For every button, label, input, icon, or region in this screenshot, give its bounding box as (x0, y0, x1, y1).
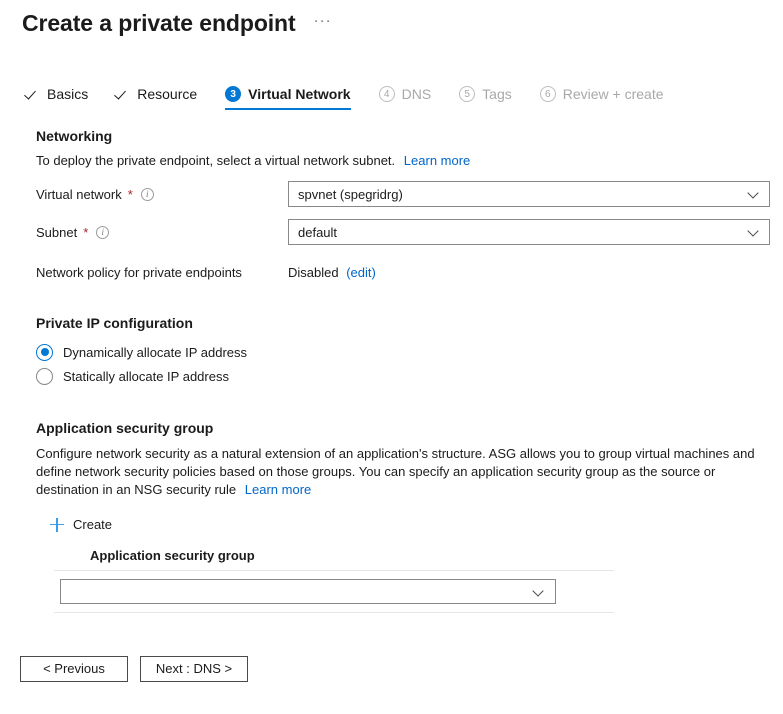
private-ip-heading: Private IP configuration (36, 315, 783, 331)
tab-label: DNS (402, 86, 432, 102)
step-number-badge: 6 (540, 86, 556, 102)
network-policy-edit-link[interactable]: (edit) (346, 265, 376, 280)
form-content: Networking To deploy the private endpoin… (0, 128, 783, 613)
radio-label: Dynamically allocate IP address (63, 345, 247, 360)
networking-description: To deploy the private endpoint, select a… (36, 152, 783, 169)
tab-label: Resource (137, 86, 197, 102)
info-icon[interactable]: i (141, 188, 154, 201)
network-policy-value: Disabled (288, 265, 339, 280)
asg-description-text: Configure network security as a natural … (36, 446, 755, 497)
check-icon (26, 87, 40, 101)
tab-dns[interactable]: 4 DNS (379, 86, 432, 110)
create-asg-button[interactable]: Create (50, 517, 112, 532)
subnet-row: Subnet * i default (36, 219, 783, 245)
tab-review-create[interactable]: 6 Review + create (540, 86, 664, 110)
create-asg-label: Create (73, 517, 112, 532)
virtual-network-label: Virtual network * i (36, 187, 288, 202)
wizard-footer: < Previous Next : DNS > (0, 655, 783, 682)
chevron-down-icon (749, 189, 759, 199)
networking-heading: Networking (36, 128, 783, 144)
asg-grid: Application security group (54, 548, 614, 613)
asg-grid-column-header: Application security group (54, 548, 614, 570)
required-asterisk: * (128, 187, 133, 202)
tab-label: Review + create (563, 86, 664, 102)
asg-learn-more-link[interactable]: Learn more (245, 482, 311, 497)
private-ip-radio-group: Dynamically allocate IP address Statical… (36, 340, 783, 388)
network-policy-row: Network policy for private endpoints Dis… (36, 259, 783, 285)
asg-grid-row (54, 570, 614, 613)
virtual-network-value: spvnet (spegridrg) (298, 187, 403, 202)
plus-icon (50, 518, 64, 532)
virtual-network-row: Virtual network * i spvnet (spegridrg) (36, 181, 783, 207)
info-icon[interactable]: i (96, 226, 109, 239)
step-number-badge: 4 (379, 86, 395, 102)
tab-resource[interactable]: Resource (116, 86, 197, 110)
radio-button-selected[interactable] (36, 344, 53, 361)
check-icon (116, 87, 130, 101)
networking-description-text: To deploy the private endpoint, select a… (36, 153, 395, 168)
virtual-network-label-text: Virtual network (36, 187, 122, 202)
tab-label: Tags (482, 86, 512, 102)
tab-basics[interactable]: Basics (26, 86, 88, 110)
radio-dynamic-ip[interactable]: Dynamically allocate IP address (36, 340, 783, 364)
tab-label: Basics (47, 86, 88, 102)
step-number-badge: 5 (459, 86, 475, 102)
next-dns-button[interactable]: Next : DNS > (140, 656, 248, 682)
network-policy-label: Network policy for private endpoints (36, 265, 288, 280)
radio-static-ip[interactable]: Statically allocate IP address (36, 364, 783, 388)
networking-learn-more-link[interactable]: Learn more (404, 153, 470, 168)
required-asterisk: * (83, 225, 88, 240)
subnet-label: Subnet * i (36, 225, 288, 240)
chevron-down-icon (749, 227, 759, 237)
subnet-label-text: Subnet (36, 225, 77, 240)
tab-virtual-network[interactable]: 3 Virtual Network (225, 86, 350, 110)
network-policy-value-group: Disabled (edit) (288, 265, 376, 280)
wizard-tabs: Basics Resource 3 Virtual Network 4 DNS … (0, 76, 783, 110)
more-options-icon[interactable]: ··· (310, 14, 336, 28)
radio-label: Statically allocate IP address (63, 369, 229, 384)
page-header: Create a private endpoint ··· (0, 0, 783, 38)
chevron-down-icon (534, 587, 544, 597)
subnet-dropdown[interactable]: default (288, 219, 770, 245)
asg-description: Configure network security as a natural … (36, 445, 768, 499)
virtual-network-dropdown[interactable]: spvnet (spegridrg) (288, 181, 770, 207)
tab-tags[interactable]: 5 Tags (459, 86, 512, 110)
page-title: Create a private endpoint (22, 9, 296, 37)
previous-button[interactable]: < Previous (20, 656, 128, 682)
radio-button-unselected[interactable] (36, 368, 53, 385)
asg-heading: Application security group (36, 420, 783, 436)
step-number-badge: 3 (225, 86, 241, 102)
asg-dropdown[interactable] (60, 579, 556, 604)
network-policy-label-text: Network policy for private endpoints (36, 265, 242, 280)
subnet-value: default (298, 225, 337, 240)
tab-label: Virtual Network (248, 86, 350, 102)
